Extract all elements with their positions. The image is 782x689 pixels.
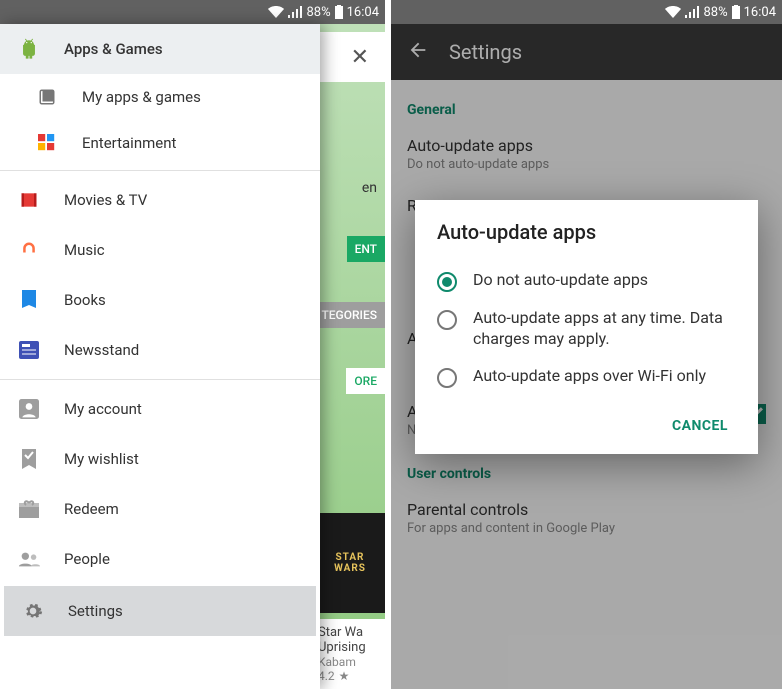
- drawer-label: Entertainment: [82, 134, 176, 152]
- signal-icon: [288, 6, 302, 18]
- drawer-label: Books: [64, 291, 106, 309]
- bg-app-publisher: Kabam: [318, 655, 356, 669]
- drawer-label: Settings: [68, 602, 123, 620]
- account-icon: [18, 398, 40, 420]
- android-icon: [18, 38, 40, 60]
- radio-option-2[interactable]: Auto-update apps over Wi-Fi only: [437, 358, 736, 396]
- drawer-label: Apps & Games: [64, 40, 163, 58]
- status-bar: 88% 16:04: [391, 0, 782, 24]
- bg-app-title-2: Uprising: [318, 640, 377, 655]
- drawer-item-settings[interactable]: Settings: [4, 586, 316, 636]
- redeem-icon: [18, 498, 40, 520]
- drawer-item-entertainment[interactable]: Entertainment: [0, 120, 320, 166]
- entertainment-icon: [36, 132, 58, 154]
- drawer-label: Newsstand: [64, 341, 139, 359]
- radio-checked-icon[interactable]: [437, 272, 457, 292]
- drawer-item-my-apps[interactable]: My apps & games: [0, 74, 320, 120]
- close-icon[interactable]: ✕: [351, 45, 369, 70]
- bg-app-info: Star Wa Uprising Kabam 4.2 ★: [310, 619, 385, 689]
- clock: 16:04: [347, 5, 379, 20]
- newsstand-icon: [18, 339, 40, 361]
- drawer-label: My account: [64, 400, 142, 418]
- star-icon: ★: [339, 669, 350, 683]
- auto-update-dialog: Auto-update apps Do not auto-update apps…: [415, 200, 758, 454]
- drawer-item-newsstand[interactable]: Newsstand: [0, 325, 320, 375]
- navigation-drawer[interactable]: Apps & Games My apps & games Entertainme…: [0, 24, 320, 689]
- drawer-item-wishlist[interactable]: My wishlist: [0, 434, 320, 484]
- drawer-item-redeem[interactable]: Redeem: [0, 484, 320, 534]
- drawer-item-movies[interactable]: Movies & TV: [0, 175, 320, 225]
- drawer-label: Redeem: [64, 500, 119, 518]
- books-icon: [18, 289, 40, 311]
- play-store-drawer-screen: 88% 16:04 ✕ en ENT TEGORIES ORE STAR WAR…: [0, 0, 391, 689]
- dialog-title: Auto-update apps: [437, 220, 736, 244]
- bg-app-card: STAR WARS: [315, 513, 385, 613]
- drawer-label: Movies & TV: [64, 191, 147, 209]
- drawer-item-account[interactable]: My account: [0, 384, 320, 434]
- radio-option-1[interactable]: Auto-update apps at any time. Data charg…: [437, 300, 736, 358]
- bg-app-title-1: Star Wa: [318, 625, 377, 640]
- drawer-item-music[interactable]: Music: [0, 225, 320, 275]
- my-apps-icon: [36, 86, 58, 108]
- bg-chip-ent: ENT: [347, 236, 385, 262]
- radio-unchecked-icon[interactable]: [437, 310, 457, 330]
- drawer-label: Music: [64, 241, 105, 259]
- drawer-label: My apps & games: [82, 88, 201, 106]
- background-chips: en ENT TEGORIES ORE: [313, 180, 385, 394]
- movies-icon: [18, 189, 40, 211]
- radio-label: Auto-update apps at any time. Data charg…: [473, 308, 736, 350]
- cancel-button[interactable]: CANCEL: [664, 410, 736, 442]
- gear-icon: [22, 600, 44, 622]
- battery-percent: 88%: [703, 5, 727, 20]
- signal-icon: [685, 6, 699, 18]
- bg-text-fragment: en: [362, 180, 385, 196]
- settings-dialog-screen: 88% 16:04 Settings General Auto-update a…: [391, 0, 782, 689]
- drawer-item-people[interactable]: People: [0, 534, 320, 584]
- drawer-item-books[interactable]: Books: [0, 275, 320, 325]
- bg-app-rating: 4.2: [318, 669, 335, 683]
- bg-chip-categories: TEGORIES: [313, 302, 385, 328]
- bg-chip-ore: ORE: [346, 368, 385, 394]
- clock: 16:04: [744, 5, 776, 20]
- music-icon: [18, 239, 40, 261]
- wifi-icon: [268, 6, 284, 18]
- status-bar: 88% 16:04: [0, 0, 385, 24]
- drawer-label: My wishlist: [64, 450, 139, 468]
- people-icon: [18, 548, 40, 570]
- radio-label: Do not auto-update apps: [473, 270, 648, 291]
- battery-icon: [732, 5, 740, 19]
- battery-percent: 88%: [306, 5, 330, 20]
- radio-unchecked-icon[interactable]: [437, 368, 457, 388]
- battery-icon: [335, 5, 343, 19]
- drawer-header-apps-games[interactable]: Apps & Games: [0, 24, 320, 74]
- radio-label: Auto-update apps over Wi-Fi only: [473, 366, 706, 387]
- drawer-label: People: [64, 550, 110, 568]
- radio-option-0[interactable]: Do not auto-update apps: [437, 262, 736, 300]
- wifi-icon: [665, 6, 681, 18]
- wishlist-icon: [18, 448, 40, 470]
